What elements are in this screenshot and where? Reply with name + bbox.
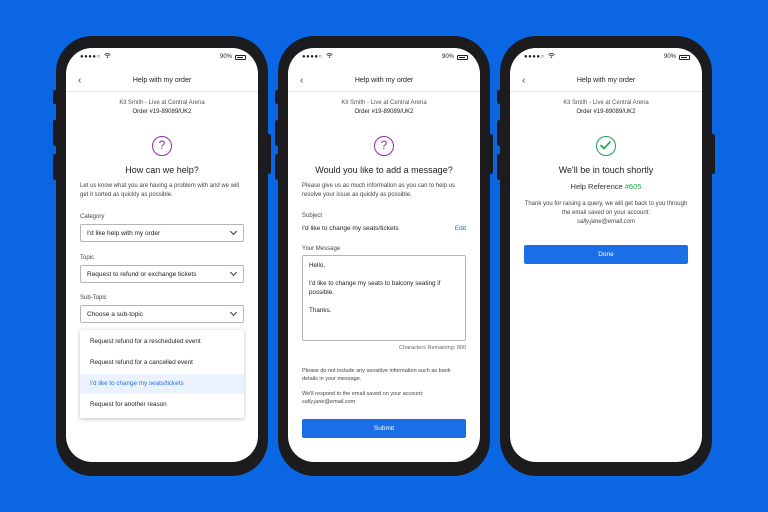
question-icon: ? [374, 136, 394, 156]
reference-number: #605 [624, 182, 642, 191]
message-line: Thanks. [309, 307, 332, 314]
phone-button [267, 134, 271, 174]
event-name: Kit Smith - Live at Central Arena [341, 100, 427, 106]
wifi-icon [326, 53, 333, 60]
message-textarea[interactable]: Hello, I'd like to change my seats to ba… [302, 255, 466, 341]
done-button[interactable]: Done [524, 245, 688, 264]
topic-label: Topic [80, 255, 95, 261]
topic-value: Request to refund or exchange tickets [87, 271, 197, 278]
phone-button [275, 120, 279, 146]
phone-button [275, 154, 279, 180]
phone-button [53, 90, 57, 104]
phone-2: ●●●●○ 90% ‹ Help with my order Kit Smith… [275, 36, 493, 476]
nav-bar: ‹ Help with my order [288, 72, 480, 92]
phone-button [711, 134, 715, 174]
phone-1: ●●●●○ 90% ‹ Help with my order Kit Smith… [53, 36, 271, 476]
status-bar: ●●●●○ 90% [510, 52, 702, 64]
nav-title: Help with my order [576, 77, 636, 84]
help-reference: Help Reference #605 [510, 182, 702, 191]
dropdown-option[interactable]: Request refund for a cancelled event [80, 353, 244, 373]
page-title: How can we help? [125, 165, 199, 175]
sensitive-info-note: Please do not include any sensitive info… [302, 368, 451, 382]
intro-text: Please give us as much information as yo… [302, 183, 456, 198]
dropdown-option[interactable]: Request refund for a rescheduled event [80, 332, 244, 352]
reference-label: Help Reference [570, 182, 623, 191]
order-number: Order #19-89089/UK2 [576, 109, 636, 115]
screen-help-category: ●●●●○ 90% ‹ Help with my order Kit Smith… [66, 48, 258, 462]
message-line: Hello, [309, 262, 326, 269]
account-email: sally.jane@email.com [302, 399, 356, 405]
phone-button [497, 90, 501, 104]
message-line [309, 270, 459, 279]
phone-button [489, 134, 493, 174]
category-value: I'd like help with my order [87, 230, 161, 237]
nav-bar: ‹ Help with my order [510, 72, 702, 92]
check-circle-icon [596, 136, 616, 156]
category-select[interactable]: I'd like help with my order [80, 224, 244, 242]
dropdown-option[interactable]: Request for another reason [80, 395, 244, 415]
phone-3: ●●●●○ 90% ‹ Help with my order Kit Smith… [497, 36, 715, 476]
status-bar: ●●●●○ 90% [66, 52, 258, 64]
chevron-down-icon [229, 268, 238, 277]
characters-remaining: Characters Remaining: 800 [399, 345, 466, 351]
battery-icon [235, 55, 246, 60]
battery-icon [679, 55, 690, 60]
screen-confirmation: ●●●●○ 90% ‹ Help with my order Kit Smith… [510, 48, 702, 462]
subtopic-select[interactable]: Choose a sub-topic [80, 305, 244, 323]
event-name: Kit Smith - Live at Central Arena [119, 100, 205, 106]
confirmation-text: Thank you for raising a query, we will g… [524, 201, 688, 216]
nav-title: Help with my order [132, 77, 192, 84]
phone-button [53, 154, 57, 180]
battery-percent: 90% [441, 54, 454, 60]
category-label: Category [80, 214, 105, 220]
edit-link[interactable]: Edit [455, 225, 466, 232]
respond-note: We'll respond to the email saved on your… [302, 391, 424, 397]
message-label: Your Message [302, 246, 341, 252]
subtopic-label: Sub-Topic [80, 295, 107, 301]
order-number: Order #19-89089/UK2 [354, 109, 414, 115]
screen-add-message: ●●●●○ 90% ‹ Help with my order Kit Smith… [288, 48, 480, 462]
chevron-down-icon [229, 227, 238, 236]
battery-icon [457, 55, 468, 60]
intro-text: Let us know what you are having a proble… [80, 183, 240, 198]
signal-icon: ●●●●○ [302, 54, 323, 60]
subtopic-dropdown: Request refund for a rescheduled event R… [80, 330, 244, 418]
signal-icon: ●●●●○ [80, 54, 101, 60]
signal-icon: ●●●●○ [524, 54, 545, 60]
phone-button [53, 120, 57, 146]
battery-percent: 90% [219, 54, 232, 60]
wifi-icon [104, 53, 111, 60]
subject-row: I'd like to change my seats/tickets Edit [302, 225, 466, 232]
account-email: sally.jane@email.com [577, 219, 635, 225]
status-bar: ●●●●○ 90% [288, 52, 480, 64]
order-number: Order #19-89089/UK2 [132, 109, 192, 115]
subtopic-placeholder: Choose a sub-topic [87, 311, 144, 318]
topic-select[interactable]: Request to refund or exchange tickets [80, 265, 244, 283]
submit-button[interactable]: Submit [302, 419, 466, 438]
phone-button [497, 154, 501, 180]
subject-label: Subject [302, 213, 323, 219]
page-title: We'll be in touch shortly [558, 165, 654, 175]
page-title: Would you like to add a message? [315, 165, 453, 175]
message-line: I'd like to change my seats to balcony s… [309, 280, 441, 296]
chevron-down-icon [229, 308, 238, 317]
nav-bar: ‹ Help with my order [66, 72, 258, 92]
battery-percent: 90% [663, 54, 676, 60]
phone-button [497, 120, 501, 146]
nav-title: Help with my order [354, 77, 414, 84]
subject-value: I'd like to change my seats/tickets [302, 225, 399, 232]
question-icon: ? [152, 136, 172, 156]
phone-button [275, 90, 279, 104]
dropdown-option-selected[interactable]: I'd like to change my seats/tickets [80, 374, 244, 394]
message-line [309, 297, 459, 306]
event-name: Kit Smith - Live at Central Arena [563, 100, 649, 106]
wifi-icon [548, 53, 555, 60]
